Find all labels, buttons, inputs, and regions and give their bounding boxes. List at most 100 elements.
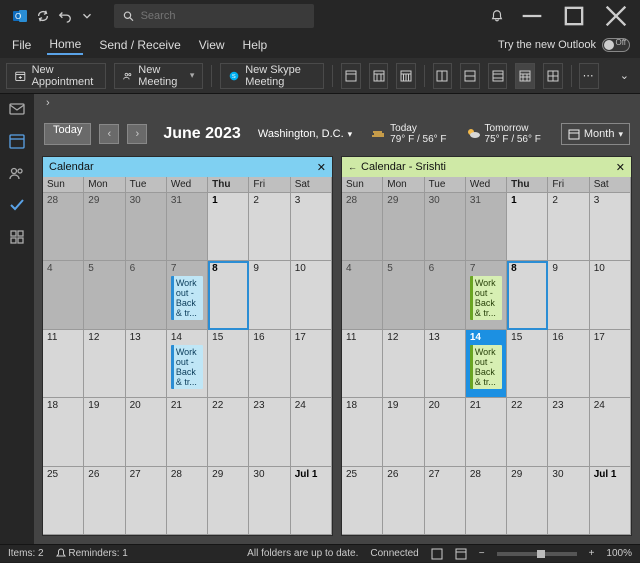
menu-help[interactable]: Help xyxy=(241,36,270,54)
today-button[interactable]: Today xyxy=(44,123,91,145)
search-box[interactable] xyxy=(114,4,314,28)
rail-calendar-icon[interactable] xyxy=(8,132,26,150)
day-cell[interactable]: 20 xyxy=(126,398,167,466)
day-cell[interactable]: 12 xyxy=(84,330,125,398)
zoom-in-button[interactable]: + xyxy=(589,548,595,559)
day-cell[interactable]: 29 xyxy=(507,467,548,535)
ribbon-collapse-button[interactable]: ⌄ xyxy=(615,63,634,89)
day-cell[interactable]: 24 xyxy=(291,398,332,466)
new-skype-meeting-button[interactable]: S New Skype Meeting xyxy=(220,63,324,89)
arrange-3-button[interactable] xyxy=(488,63,508,89)
day-cell[interactable]: 23 xyxy=(548,398,589,466)
status-view-reading[interactable] xyxy=(455,548,467,560)
day-cell[interactable]: 18 xyxy=(342,398,383,466)
day-cell[interactable]: 26 xyxy=(383,467,424,535)
menu-view[interactable]: View xyxy=(197,36,227,54)
day-cell[interactable]: 6 xyxy=(425,261,466,329)
search-input[interactable] xyxy=(141,10,306,22)
day-cell[interactable]: 8 xyxy=(208,261,249,329)
view-day-button[interactable] xyxy=(341,63,361,89)
day-cell[interactable]: 24 xyxy=(590,398,631,466)
calendar-b-title-bar[interactable]: ← Calendar - Srishti ✕ xyxy=(342,157,631,177)
day-cell[interactable]: 12 xyxy=(383,330,424,398)
day-cell[interactable]: 30 xyxy=(249,467,290,535)
view-week-button[interactable] xyxy=(396,63,416,89)
day-cell[interactable]: 29 xyxy=(383,193,424,261)
day-cell[interactable]: 21 xyxy=(167,398,208,466)
day-cell[interactable]: 15 xyxy=(507,330,548,398)
status-view-normal[interactable] xyxy=(431,548,443,560)
day-cell[interactable]: 13 xyxy=(126,330,167,398)
view-selector[interactable]: Month ▾ xyxy=(561,123,630,145)
arrange-5-button[interactable] xyxy=(543,63,563,89)
minimize-button[interactable] xyxy=(518,2,546,30)
day-cell[interactable]: 17 xyxy=(291,330,332,398)
arrow-left-icon[interactable]: ← xyxy=(348,162,357,172)
day-cell[interactable]: 13 xyxy=(425,330,466,398)
day-cell[interactable]: 22 xyxy=(208,398,249,466)
day-cell[interactable]: 5 xyxy=(84,261,125,329)
day-cell[interactable]: 30 xyxy=(548,467,589,535)
rail-more-icon[interactable] xyxy=(8,228,26,246)
day-cell[interactable]: 10 xyxy=(590,261,631,329)
arrange-2-button[interactable] xyxy=(460,63,480,89)
day-cell[interactable]: 31 xyxy=(466,193,507,261)
qat-more-icon[interactable] xyxy=(80,9,94,23)
day-cell[interactable]: 28 xyxy=(167,467,208,535)
calendar-a-title-bar[interactable]: Calendar ✕ xyxy=(43,157,332,177)
day-cell[interactable]: 10 xyxy=(291,261,332,329)
day-cell[interactable]: 11 xyxy=(43,330,84,398)
prev-month-button[interactable]: ‹ xyxy=(99,124,119,144)
day-cell[interactable]: 17 xyxy=(590,330,631,398)
day-cell[interactable]: 1 xyxy=(208,193,249,261)
sync-icon[interactable] xyxy=(36,9,50,23)
day-cell[interactable]: 30 xyxy=(126,193,167,261)
day-cell[interactable]: 2 xyxy=(249,193,290,261)
menu-home[interactable]: Home xyxy=(47,35,83,55)
day-cell[interactable]: 28 xyxy=(43,193,84,261)
weather-tomorrow[interactable]: Tomorrow 75° F / 56° F xyxy=(465,123,541,145)
zoom-slider[interactable] xyxy=(497,552,577,556)
day-cell[interactable]: 15 xyxy=(208,330,249,398)
maximize-button[interactable] xyxy=(560,2,588,30)
day-cell[interactable]: 18 xyxy=(43,398,84,466)
day-cell[interactable]: 29 xyxy=(84,193,125,261)
calendar-a-close[interactable]: ✕ xyxy=(317,161,326,174)
rail-people-icon[interactable] xyxy=(8,164,26,182)
new-appointment-button[interactable]: New Appointment xyxy=(6,63,106,89)
day-cell[interactable]: 16 xyxy=(249,330,290,398)
day-cell[interactable]: 28 xyxy=(342,193,383,261)
day-cell[interactable]: 2 xyxy=(548,193,589,261)
try-new-outlook-toggle[interactable]: Off xyxy=(602,38,630,52)
location-selector[interactable]: Washington, D.C. ▾ xyxy=(258,128,352,140)
day-cell[interactable]: 27 xyxy=(126,467,167,535)
day-cell[interactable]: 20 xyxy=(425,398,466,466)
day-cell[interactable]: 22 xyxy=(507,398,548,466)
day-cell[interactable]: 4 xyxy=(43,261,84,329)
calendar-b-close[interactable]: ✕ xyxy=(616,161,625,174)
day-cell[interactable]: 9 xyxy=(249,261,290,329)
day-cell[interactable]: Jul 1 xyxy=(590,467,631,535)
day-cell[interactable]: 3 xyxy=(590,193,631,261)
day-cell[interactable]: 26 xyxy=(84,467,125,535)
day-cell[interactable]: 8 xyxy=(507,261,548,329)
undo-icon[interactable] xyxy=(58,9,72,23)
day-cell[interactable]: 5 xyxy=(383,261,424,329)
day-cell[interactable]: 1 xyxy=(507,193,548,261)
day-cell[interactable]: 19 xyxy=(84,398,125,466)
day-cell[interactable]: 19 xyxy=(383,398,424,466)
rail-mail-icon[interactable] xyxy=(8,100,26,118)
calendar-event[interactable]: Work out - Back & tr... xyxy=(171,276,203,320)
day-cell[interactable]: 16 xyxy=(548,330,589,398)
weather-today[interactable]: Today 79° F / 56° F xyxy=(370,123,446,145)
day-cell[interactable]: 25 xyxy=(43,467,84,535)
bell-icon[interactable] xyxy=(490,9,504,23)
day-cell[interactable]: 9 xyxy=(548,261,589,329)
day-cell[interactable]: 23 xyxy=(249,398,290,466)
day-cell[interactable]: 14Work out - Back & tr... xyxy=(167,330,208,398)
day-cell[interactable]: 28 xyxy=(466,467,507,535)
menu-file[interactable]: File xyxy=(10,36,33,54)
day-cell[interactable]: 11 xyxy=(342,330,383,398)
day-cell[interactable]: 7Work out - Back & tr... xyxy=(167,261,208,329)
day-cell[interactable]: 6 xyxy=(126,261,167,329)
